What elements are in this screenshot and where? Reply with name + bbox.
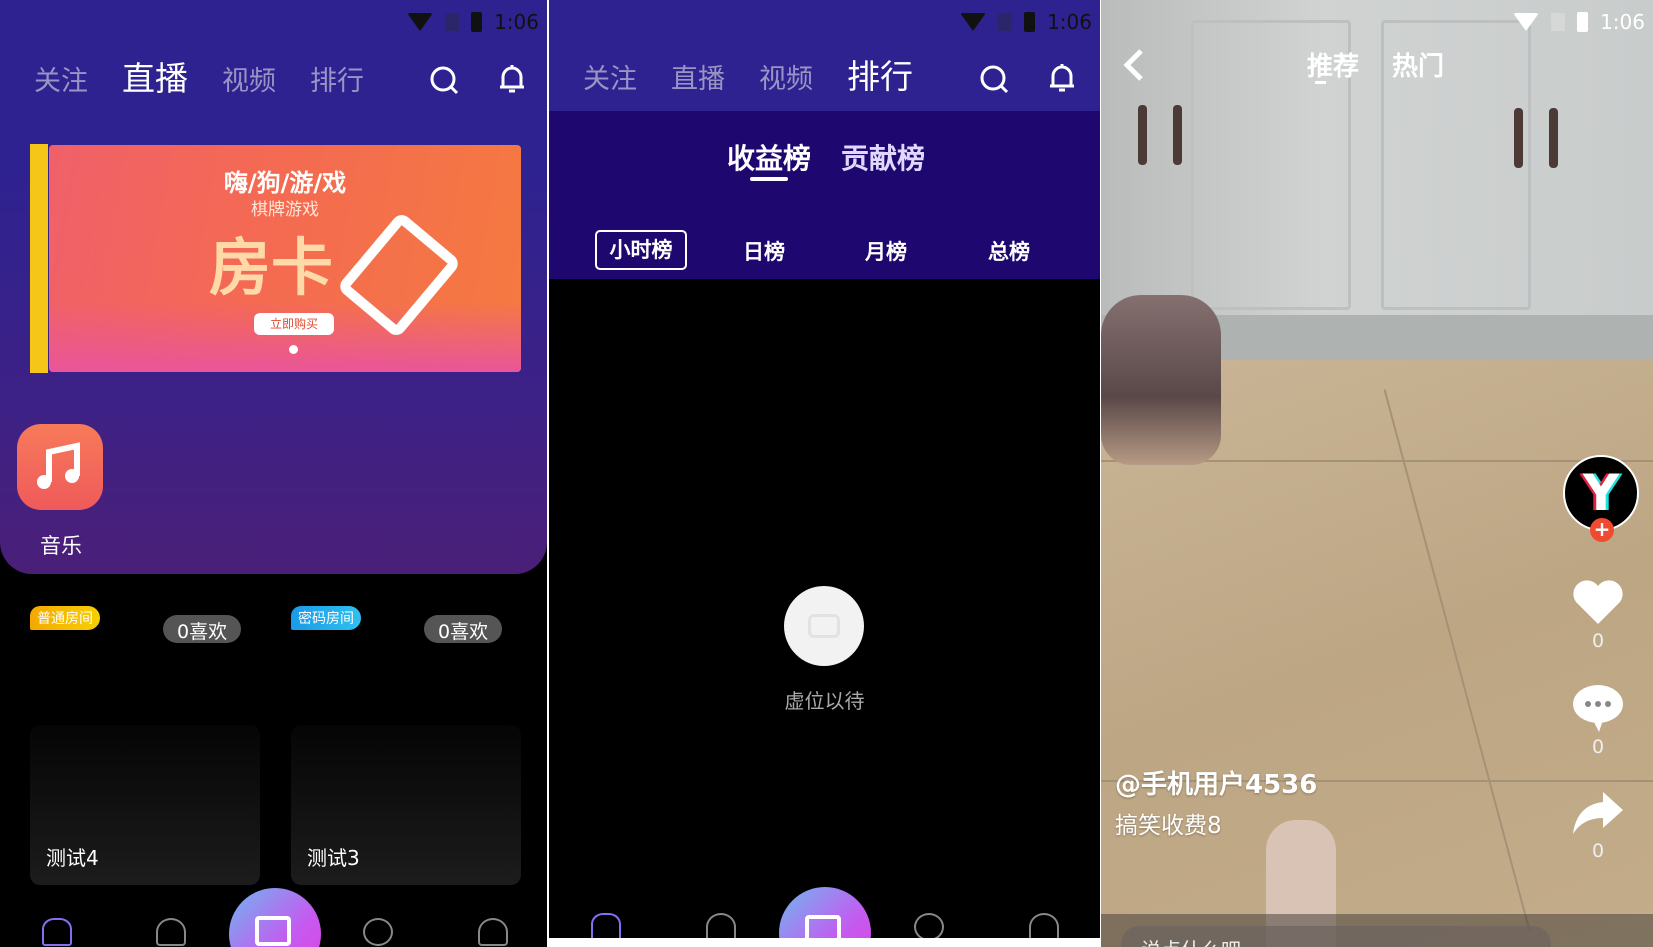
bell-icon[interactable]: [495, 61, 529, 95]
video-caption: 搞笑收费8: [1115, 813, 1222, 839]
tab-rank[interactable]: 排行: [310, 59, 364, 98]
status-time: 1:06: [1047, 10, 1092, 34]
tab-income-board[interactable]: 收益榜: [727, 137, 811, 177]
banner-buy-button[interactable]: 立即购买: [254, 313, 334, 335]
search-icon[interactable]: [977, 62, 1011, 96]
battery-icon: [471, 12, 483, 32]
like-count: 0: [1591, 630, 1605, 652]
camera-icon: [255, 916, 291, 946]
comment-button[interactable]: 0: [1563, 682, 1633, 758]
go-live-button[interactable]: [229, 888, 321, 947]
live-screen: 1:06 关注 直播 视频 排行 嗨/狗/游/戏 棋牌游戏 房卡 立即购买 音乐…: [0, 0, 547, 947]
money-bag-icon[interactable]: [156, 918, 186, 946]
comment-input[interactable]: 说点什么吧: [1121, 926, 1551, 947]
category-music[interactable]: [17, 424, 103, 510]
battery-icon: [1577, 12, 1589, 32]
back-arrow-icon[interactable]: [1119, 45, 1149, 85]
sim-icon: [445, 13, 460, 31]
music-note-icon: [37, 442, 80, 489]
room-card[interactable]: 测试4: [30, 725, 260, 885]
period-hourly[interactable]: 小时榜: [595, 230, 687, 270]
share-count: 0: [1591, 840, 1605, 862]
room-likes: 0喜欢: [163, 615, 242, 643]
carousel-dot[interactable]: [289, 345, 298, 354]
search-icon[interactable]: [427, 63, 461, 97]
room-title: 测试4: [46, 846, 99, 870]
comment-placeholder: 说点什么吧: [1141, 938, 1241, 947]
banner-prev-edge: [30, 144, 48, 373]
period-total[interactable]: 总榜: [988, 236, 1030, 266]
top-tabs: 关注 直播 视频 排行: [583, 50, 913, 98]
tab-live[interactable]: 直播: [122, 52, 188, 100]
tab-follow[interactable]: 关注: [583, 57, 637, 96]
wifi-icon: [407, 13, 434, 31]
share-arrow-icon: [1573, 792, 1623, 834]
room-title: 测试3: [307, 846, 360, 870]
bell-icon[interactable]: [1045, 60, 1079, 94]
share-button[interactable]: 0: [1563, 790, 1633, 862]
comment-bubble-icon: [1573, 685, 1623, 732]
heart-icon: [1573, 580, 1623, 624]
period-monthly[interactable]: 月榜: [865, 236, 907, 266]
follow-plus-icon[interactable]: +: [1590, 518, 1614, 542]
wifi-icon: [960, 13, 987, 31]
room-likes: 0喜欢: [424, 615, 503, 643]
top-tabs: 关注 直播 视频 排行: [34, 52, 364, 100]
comment-count: 0: [1591, 736, 1605, 758]
message-icon[interactable]: [914, 913, 944, 941]
wifi-icon: [1513, 13, 1540, 31]
tab-hot[interactable]: 热门: [1392, 46, 1444, 83]
room-type-badge: 普通房间: [30, 606, 100, 630]
tab-live[interactable]: 直播: [671, 57, 725, 96]
period-daily[interactable]: 日榜: [743, 236, 785, 266]
tab-video[interactable]: 视频: [222, 59, 276, 98]
message-icon[interactable]: [363, 918, 393, 946]
tab-follow[interactable]: 关注: [34, 59, 88, 98]
battery-icon: [1024, 12, 1036, 32]
status-bar: 1:06: [1513, 10, 1645, 34]
tab-video[interactable]: 视频: [759, 57, 813, 96]
rank-screen: 1:06 关注 直播 视频 排行 收益榜 贡献榜 小时榜 日榜 月榜 总榜 虚位…: [549, 0, 1100, 947]
tab-recommended[interactable]: 推荐: [1307, 46, 1359, 83]
status-bar: 1:06: [407, 10, 539, 34]
room-type-badge: 密码房间: [291, 606, 361, 630]
rice-cooker: [1101, 295, 1221, 465]
sim-icon: [998, 13, 1013, 31]
empty-state-text: 虚位以待: [784, 689, 865, 713]
status-time: 1:06: [494, 10, 539, 34]
category-music-label: 音乐: [40, 534, 82, 558]
video-screen: 1:06 推荐 热门 Y + 0 0 0 @手机用户4536 搞笑收费8 说点什…: [1101, 0, 1653, 947]
promo-banner[interactable]: 嗨/狗/游/戏 棋牌游戏 房卡 立即购买: [49, 145, 521, 372]
active-tab-indicator: [1315, 81, 1326, 84]
room-card[interactable]: 测试3: [291, 725, 521, 885]
money-bag-icon[interactable]: [706, 913, 736, 941]
home-icon[interactable]: [591, 913, 621, 941]
banner-title: 嗨/狗/游/戏: [223, 169, 347, 197]
tab-contribution-board[interactable]: 贡献榜: [841, 137, 925, 177]
sim-icon: [1551, 13, 1566, 31]
profile-icon[interactable]: [478, 918, 508, 946]
active-tab-indicator: [750, 177, 788, 181]
like-button[interactable]: 0: [1563, 578, 1633, 652]
profile-icon[interactable]: [1029, 913, 1059, 941]
status-time: 1:06: [1600, 10, 1645, 34]
tab-rank[interactable]: 排行: [847, 50, 913, 98]
author-name[interactable]: @手机用户4536: [1115, 764, 1317, 801]
home-icon[interactable]: [42, 918, 72, 946]
empty-seat-icon: [784, 586, 864, 666]
status-bar: 1:06: [960, 10, 1092, 34]
banner-headline: 房卡: [209, 231, 334, 304]
